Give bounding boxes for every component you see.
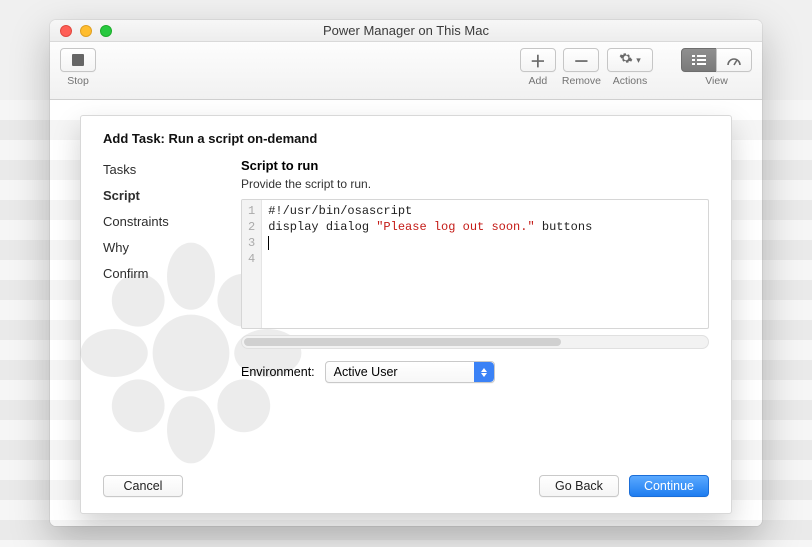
- window-title: Power Manager on This Mac: [50, 23, 762, 38]
- step-why[interactable]: Why: [103, 240, 213, 255]
- code-area[interactable]: #!/usr/bin/osascriptdisplay dialog "Plea…: [262, 200, 708, 328]
- continue-button[interactable]: Continue: [629, 475, 709, 497]
- go-back-button[interactable]: Go Back: [539, 475, 619, 497]
- plus-icon: ＋: [530, 48, 546, 72]
- minimize-button[interactable]: [80, 25, 92, 37]
- stop-label: Stop: [67, 75, 89, 87]
- remove-button[interactable]: －: [563, 48, 599, 72]
- gauge-icon: [726, 54, 742, 66]
- add-label: Add: [529, 75, 548, 87]
- step-confirm[interactable]: Confirm: [103, 266, 213, 281]
- environment-select[interactable]: Active User: [325, 361, 495, 383]
- toolbar: Stop ＋ Add － Remove ▾: [50, 42, 762, 100]
- environment-value: Active User: [334, 365, 398, 379]
- list-icon: [691, 54, 707, 66]
- step-constraints[interactable]: Constraints: [103, 214, 213, 229]
- app-window: Power Manager on This Mac Stop ＋ Add － R…: [50, 20, 762, 526]
- step-tasks[interactable]: Tasks: [103, 162, 213, 177]
- view-gauge-button[interactable]: [716, 48, 752, 72]
- chevron-down-icon: ▾: [636, 55, 641, 66]
- cancel-button[interactable]: Cancel: [103, 475, 183, 497]
- select-arrows-icon: [474, 362, 494, 382]
- step-script[interactable]: Script: [103, 188, 213, 203]
- sheet-heading: Add Task: Run a script on-demand: [81, 116, 731, 158]
- close-button[interactable]: [60, 25, 72, 37]
- scrollbar-thumb[interactable]: [244, 338, 561, 346]
- task-sheet: Add Task: Run a script on-demand: [80, 115, 732, 514]
- step-list: Tasks Script Constraints Why Confirm: [103, 158, 213, 459]
- environment-label: Environment:: [241, 365, 315, 379]
- view-label: View: [705, 75, 728, 87]
- horizontal-scrollbar[interactable]: [241, 335, 709, 349]
- view-list-button[interactable]: [681, 48, 717, 72]
- gear-icon: [619, 51, 633, 70]
- actions-label: Actions: [613, 75, 647, 87]
- script-editor[interactable]: 1234 #!/usr/bin/osascriptdisplay dialog …: [241, 199, 709, 329]
- text-caret: [268, 236, 269, 250]
- section-subtitle: Provide the script to run.: [241, 177, 709, 191]
- minus-icon: －: [573, 48, 589, 72]
- remove-label: Remove: [562, 75, 601, 87]
- section-title: Script to run: [241, 158, 709, 173]
- line-gutter: 1234: [242, 200, 262, 328]
- titlebar: Power Manager on This Mac: [50, 20, 762, 42]
- stop-button[interactable]: [60, 48, 96, 72]
- actions-button[interactable]: ▾: [607, 48, 653, 72]
- add-button[interactable]: ＋: [520, 48, 556, 72]
- zoom-button[interactable]: [100, 25, 112, 37]
